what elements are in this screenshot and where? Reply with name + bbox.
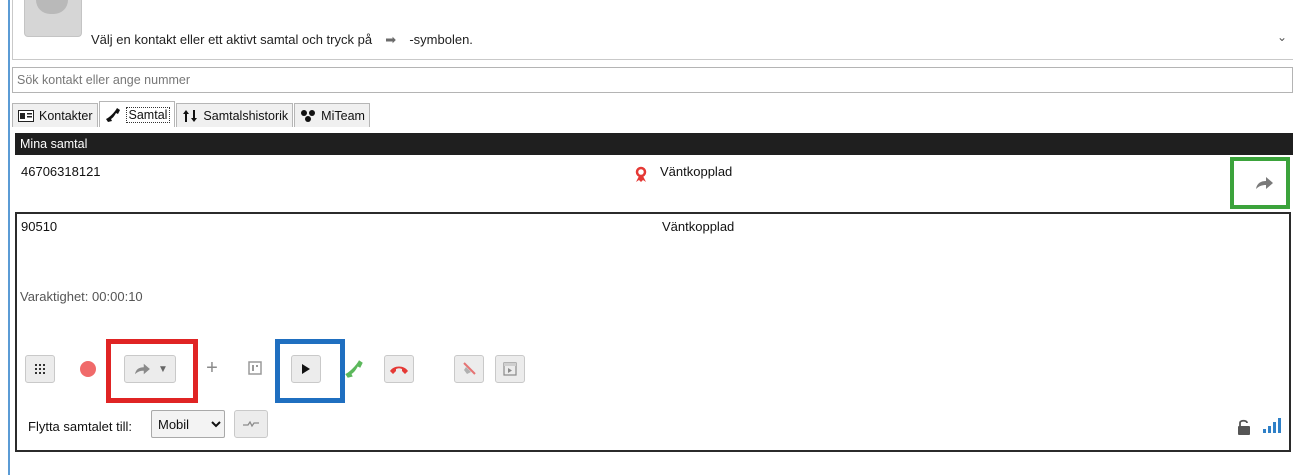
call-duration: Varaktighet: 00:00:10 [20,289,143,304]
tab-calls[interactable]: Samtal [98,101,176,127]
move-call-button[interactable] [234,410,268,438]
hangup-icon [390,366,408,374]
transfer-arrow-icon: ➡ [385,32,397,47]
handover-icon [243,420,259,428]
dialpad-icon [35,364,45,374]
add-icon[interactable]: + [202,358,222,378]
info-message-before: Välj en kontakt eller ett aktivt samtal … [91,32,373,47]
tab-contacts[interactable]: Kontakter [12,103,98,127]
transfer-button[interactable]: ▼ [124,355,176,383]
tab-bar: Kontakter Samtal Samtalshistorik MiTeam [12,101,371,129]
screen-button[interactable] [495,355,525,383]
signal-strength-icon [1262,416,1282,434]
lock-open-icon [1236,418,1252,436]
chevron-down-icon[interactable]: ⌄ [1273,30,1291,46]
call-status: Väntkopplad [662,219,735,234]
resume-button[interactable] [291,355,321,383]
tab-call-history-label: Samtalshistorik [203,108,289,123]
duration-label: Varaktighet: [20,289,89,304]
contact-card-icon [17,109,35,123]
clipped-info-text [100,0,360,6]
search-input[interactable] [12,67,1293,93]
team-icon [299,109,317,123]
transfer-arrow-icon[interactable] [1254,175,1274,191]
calls-header: Mina samtal [15,133,1293,155]
contact-info-panel [12,0,1293,60]
call-number: 46706318121 [21,164,101,179]
record-icon[interactable] [80,361,96,377]
transfer-icon [135,363,150,375]
history-arrows-icon [181,109,199,123]
park-icon[interactable] [247,360,263,376]
call-status: Väntkopplad [660,164,733,179]
hangup-button[interactable] [384,355,414,383]
tab-miteam[interactable]: MiTeam [294,103,370,127]
call-number: 90510 [21,219,58,234]
mute-button[interactable] [454,355,484,383]
duration-value: 00:00:10 [92,289,143,304]
dropdown-icon: ▼ [158,363,168,375]
info-message-after: -symbolen. [409,32,473,47]
phone-handset-icon [104,107,122,122]
call-row[interactable] [15,155,1293,210]
answer-icon[interactable] [344,359,364,379]
mute-icon [463,362,476,375]
info-message: Välj en kontakt eller ett aktivt samtal … [91,32,473,48]
move-call-label: Flytta samtalet till: [28,419,133,434]
screen-icon [503,362,517,376]
window-left-border [8,0,10,475]
tab-miteam-label: MiTeam [321,108,365,123]
play-resume-icon [302,364,310,374]
move-call-select[interactable]: Mobil [151,410,225,438]
tab-call-history[interactable]: Samtalshistorik [176,103,294,127]
dialpad-button[interactable] [25,355,55,383]
hold-person-icon [632,166,650,184]
tab-contacts-label: Kontakter [39,108,93,123]
tab-calls-label: Samtal [125,106,171,123]
